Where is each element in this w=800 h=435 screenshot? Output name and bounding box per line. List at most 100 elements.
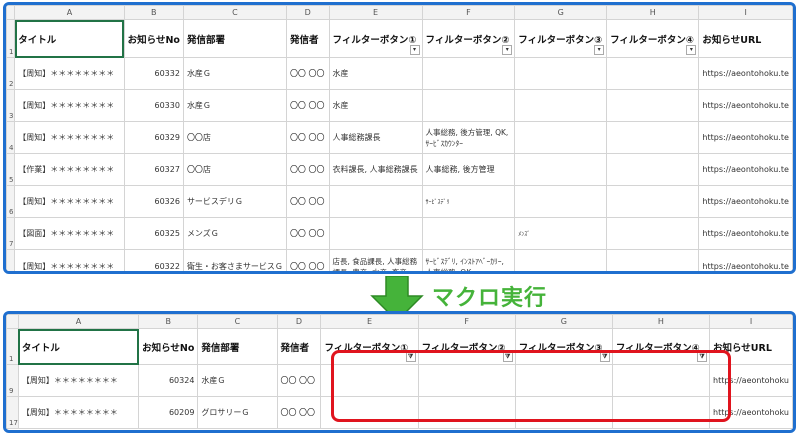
cell-sender[interactable]: 〇〇 〇〇 [285,153,330,186]
cell-notice-no[interactable]: 60330 [123,89,184,122]
cell-filter-2[interactable]: 人事総務, 後方管理 [421,153,516,186]
header-department[interactable]: 発信部署 [182,19,287,58]
cell-url[interactable]: https://aeontohoku.te [698,185,793,218]
cell-sender[interactable]: 〇〇 〇〇 [285,249,330,271]
column-header[interactable]: I [709,314,793,329]
filter-dropdown-icon[interactable]: ▾ [409,45,420,55]
column-header[interactable]: E [320,314,419,329]
cell-title[interactable]: 【周知】＊＊＊＊＊＊＊＊ [17,396,140,429]
cell-filter-4[interactable] [606,57,700,90]
cell-department[interactable]: 水産Ｇ [197,364,278,397]
column-header[interactable]: C [182,5,287,20]
cell-filter-1[interactable] [328,185,423,218]
cell-filter-1[interactable]: 人事総務課長 [328,121,423,154]
cell-filter-2[interactable] [421,217,516,250]
cell-sender[interactable]: 〇〇 〇〇 [276,396,322,429]
column-header[interactable]: F [421,5,516,20]
row-header[interactable]: 4 [6,121,16,154]
cell-filter-1[interactable]: 店長, 食品課長, 人事総務課長, 農産, 水産, 畜産 [328,249,423,271]
cell-notice-no[interactable]: 60326 [123,185,184,218]
filter-dropdown-icon[interactable]: ▾ [502,45,513,55]
column-header[interactable]: H [611,314,711,329]
column-header[interactable]: C [197,314,278,329]
row-header[interactable]: 7 [6,217,16,250]
header-notice-no[interactable]: お知らせNo [123,19,184,58]
cell-filter-4[interactable] [606,217,700,250]
row-header[interactable]: 1 [6,19,16,58]
header-title[interactable]: タイトル [17,328,140,365]
cell-filter-4[interactable] [606,249,700,271]
cell-filter-1[interactable]: 衣料課長, 人事総務課長 [328,153,423,186]
cell-url[interactable]: https://aeontohoku.te [698,153,793,186]
cell-sender[interactable]: 〇〇 〇〇 [285,57,330,90]
cell-title[interactable]: 【図面】＊＊＊＊＊＊＊＊ [14,217,125,250]
cell-filter-3[interactable] [514,121,608,154]
header-url[interactable]: お知らせURL [698,19,793,58]
cell-sender[interactable]: 〇〇 〇〇 [276,364,322,397]
column-header[interactable]: A [17,314,140,329]
cell-filter-2[interactable]: 人事総務, 後方管理, QK, ｻｰﾋﾞｽｶｳﾝﾀｰ [421,121,516,154]
cell-title[interactable]: 【周知】＊＊＊＊＊＊＊＊ [14,89,125,122]
header-filter-2[interactable]: フィルターボタン② ▾ [421,19,516,58]
column-header[interactable]: B [138,314,199,329]
cell-filter-2[interactable]: ｻｰﾋﾞｽﾃﾞﾘ, ｲﾝｽﾄｱﾍﾞｰｶﾘｰ, 人事総務, QK [421,249,516,271]
header-filter-4[interactable]: フィルターボタン④ ▾ [606,19,700,58]
cell-title[interactable]: 【作業】＊＊＊＊＊＊＊＊ [14,153,125,186]
row-header[interactable]: 8 [6,249,16,271]
filter-dropdown-icon[interactable]: ▾ [594,45,605,55]
cell-filter-3[interactable] [514,89,608,122]
cell-filter-1[interactable]: 水産 [328,57,423,90]
header-filter-1[interactable]: フィルターボタン① ▾ [328,19,423,58]
row-header[interactable]: 6 [6,185,16,218]
cell-filter-4[interactable] [606,89,700,122]
filter-dropdown-icon[interactable]: ▾ [686,45,697,55]
cell-filter-2[interactable] [421,89,516,122]
cell-filter-2[interactable]: ｻｰﾋﾞｽﾃﾞﾘ [421,185,516,218]
cell-department[interactable]: 水産Ｇ [182,89,287,122]
column-header[interactable]: A [14,5,125,20]
column-header[interactable]: D [276,314,322,329]
cell-department[interactable]: 衛生・お客さまサービスＧ [182,249,287,271]
column-header[interactable]: D [285,5,330,20]
cell-sender[interactable]: 〇〇 〇〇 [285,185,330,218]
cell-filter-2[interactable] [421,57,516,90]
cell-department[interactable]: グロサリーＧ [197,396,278,429]
cell-filter-1[interactable]: 水産 [328,89,423,122]
cell-url[interactable]: https://aeontohoku.te [698,249,793,271]
column-header[interactable]: H [606,5,700,20]
cell-title[interactable]: 【周知】＊＊＊＊＊＊＊＊ [17,364,140,397]
cell-title[interactable]: 【周知】＊＊＊＊＊＊＊＊ [14,121,125,154]
cell-notice-no[interactable]: 60329 [123,121,184,154]
cell-filter-3[interactable] [514,249,608,271]
row-header[interactable]: 1 [6,328,19,365]
cell-department[interactable]: サービスデリＧ [182,185,287,218]
column-header[interactable]: B [123,5,184,20]
header-sender[interactable]: 発信者 [276,328,322,365]
cell-department[interactable]: 〇〇店 [182,153,287,186]
cell-sender[interactable]: 〇〇 〇〇 [285,121,330,154]
header-filter-3[interactable]: フィルターボタン③ ▾ [514,19,608,58]
cell-department[interactable]: 〇〇店 [182,121,287,154]
cell-title[interactable]: 【周知】＊＊＊＊＊＊＊＊ [14,185,125,218]
cell-notice-no[interactable]: 60327 [123,153,184,186]
cell-department[interactable]: メンズＧ [182,217,287,250]
cell-filter-1[interactable] [328,217,423,250]
cell-filter-3[interactable] [514,57,608,90]
cell-sender[interactable]: 〇〇 〇〇 [285,217,330,250]
cell-department[interactable]: 水産Ｇ [182,57,287,90]
cell-filter-4[interactable] [606,153,700,186]
header-title[interactable]: タイトル [14,19,125,58]
select-all-corner[interactable] [6,5,16,20]
cell-sender[interactable]: 〇〇 〇〇 [285,89,330,122]
cell-url[interactable]: https://aeontohoku.te [698,121,793,154]
cell-filter-3[interactable] [514,153,608,186]
cell-notice-no[interactable]: 60324 [138,364,199,397]
cell-title[interactable]: 【周知】＊＊＊＊＊＊＊＊ [14,249,125,271]
cell-filter-3[interactable]: ﾒﾝｽﾞ [514,217,608,250]
header-notice-no[interactable]: お知らせNo [138,328,199,365]
row-header[interactable]: 5 [6,153,16,186]
row-header[interactable]: 3 [6,89,16,122]
cell-url[interactable]: https://aeontohoku.te [698,57,793,90]
row-header[interactable]: 2 [6,57,16,90]
header-department[interactable]: 発信部署 [197,328,278,365]
